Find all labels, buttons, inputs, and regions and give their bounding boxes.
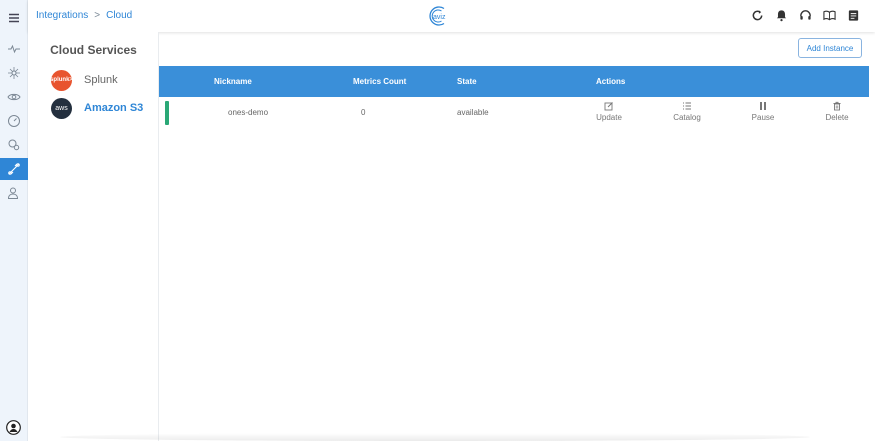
column-actions: Actions bbox=[596, 77, 626, 86]
breadcrumb: Integrations > Cloud bbox=[36, 10, 132, 21]
cloud-services-title: Cloud Services bbox=[50, 43, 137, 57]
column-metrics-count[interactable]: Metrics Count bbox=[353, 77, 406, 86]
pulse-icon[interactable] bbox=[0, 38, 28, 60]
cloud-services-panel: Cloud Services splunk> Splunk aws Amazon… bbox=[28, 32, 159, 441]
cell-metrics-count: 0 bbox=[361, 108, 366, 117]
catalog-button[interactable]: Catalog bbox=[667, 101, 707, 122]
table-header: Nickname Metrics Count State Actions bbox=[159, 66, 869, 97]
pause-button[interactable]: Pause bbox=[743, 101, 783, 122]
aws-logo-icon: aws bbox=[51, 97, 72, 119]
settings-search-icon[interactable] bbox=[0, 134, 28, 156]
service-name: Amazon S3 bbox=[84, 102, 144, 114]
list-icon bbox=[683, 102, 691, 110]
support-headset-icon[interactable] bbox=[798, 8, 813, 23]
top-bar: Integrations > Cloud aviz bbox=[28, 0, 875, 32]
service-splunk[interactable]: splunk> Splunk bbox=[50, 69, 118, 91]
pause-label: Pause bbox=[751, 113, 775, 122]
table-row: ones-demo 0 available Update Catalog Pau… bbox=[159, 97, 869, 129]
service-amazon-s3[interactable]: aws Amazon S3 bbox=[51, 97, 143, 119]
trash-icon bbox=[833, 101, 841, 111]
add-instance-button[interactable]: Add Instance bbox=[798, 38, 862, 58]
update-button[interactable]: Update bbox=[589, 101, 629, 122]
catalog-label: Catalog bbox=[673, 113, 701, 122]
cell-nickname: ones-demo bbox=[228, 108, 269, 117]
splunk-logo-icon: splunk> bbox=[50, 69, 73, 91]
delete-button[interactable]: Delete bbox=[817, 101, 857, 122]
menu-icon[interactable] bbox=[0, 7, 28, 29]
update-label: Update bbox=[596, 113, 622, 122]
network-icon[interactable] bbox=[0, 62, 28, 84]
left-nav-rail bbox=[0, 0, 28, 441]
refresh-icon[interactable] bbox=[750, 8, 765, 23]
edit-icon bbox=[604, 102, 613, 111]
delete-label: Delete bbox=[825, 113, 849, 122]
service-name: Splunk bbox=[84, 74, 118, 86]
dashboard-gauge-icon[interactable] bbox=[0, 110, 28, 132]
column-state[interactable]: State bbox=[457, 77, 477, 86]
integrations-icon[interactable] bbox=[0, 158, 28, 180]
cell-state: available bbox=[457, 108, 489, 117]
release-notes-icon[interactable] bbox=[846, 8, 861, 23]
pause-icon bbox=[760, 102, 766, 110]
eye-icon[interactable] bbox=[0, 86, 28, 108]
logo-text: aviz bbox=[433, 14, 446, 21]
breadcrumb-cloud[interactable]: Cloud bbox=[106, 10, 132, 21]
column-nickname[interactable]: Nickname bbox=[214, 77, 252, 86]
status-indicator bbox=[165, 101, 169, 125]
notification-bell-icon[interactable] bbox=[774, 8, 789, 23]
breadcrumb-separator: > bbox=[94, 10, 101, 21]
top-actions bbox=[750, 8, 861, 23]
user-settings-icon[interactable] bbox=[0, 182, 28, 204]
bottom-shadow bbox=[60, 433, 810, 441]
profile-avatar-icon[interactable] bbox=[6, 420, 21, 435]
aviz-logo: aviz bbox=[425, 4, 451, 28]
breadcrumb-integrations[interactable]: Integrations bbox=[36, 10, 88, 21]
documentation-book-icon[interactable] bbox=[822, 8, 837, 23]
